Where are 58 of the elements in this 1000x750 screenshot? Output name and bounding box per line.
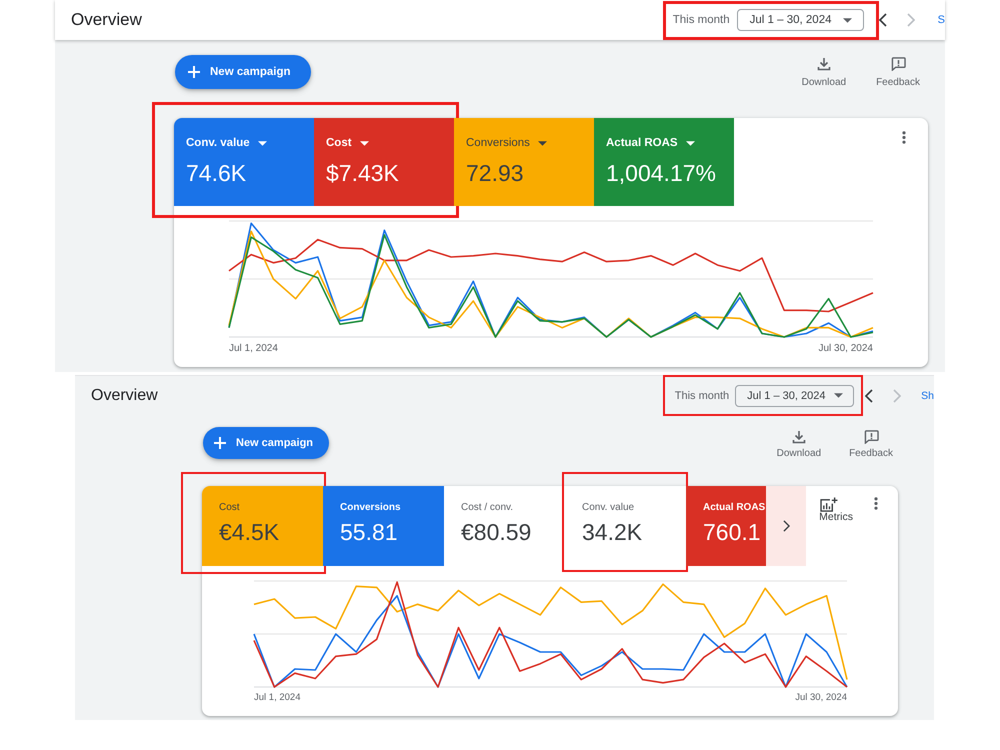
metric-label: Conv. value [582, 502, 634, 514]
metric-value: 74.6K [186, 159, 246, 187]
metric-value: 72.93 [466, 159, 524, 187]
axis-label: Jul 30, 2024 [818, 343, 873, 355]
download-button[interactable]: Download [802, 57, 846, 88]
more-options-icon[interactable] [874, 497, 878, 510]
metric-dropdown[interactable]: Cost [326, 136, 369, 150]
metric-label: Conversions [340, 502, 401, 514]
new-campaign-button[interactable]: New campaign [175, 55, 311, 89]
metric-tile[interactable]: Cost $7.43K [314, 118, 454, 206]
metric-dropdown[interactable]: Conv. value [186, 136, 267, 150]
metrics-button[interactable]: Metrics [819, 497, 853, 523]
metric-label: Actual ROAS [703, 502, 766, 514]
download-button[interactable]: Download [776, 430, 822, 459]
metric-value: $7.43K [326, 159, 399, 187]
header-link[interactable]: Sh [921, 390, 934, 402]
header-link[interactable]: S [938, 14, 945, 26]
metric-tile[interactable]: Conversions 55.81 [323, 486, 444, 566]
metric-tile[interactable]: Cost €4.5K [202, 486, 323, 566]
axis-label: Jul 1, 2024 [254, 692, 300, 704]
plus-icon [188, 66, 200, 78]
chevron-left-icon[interactable] [865, 388, 874, 402]
period-label: This month [674, 390, 730, 402]
date-range-dropdown[interactable]: Jul 1 – 30, 2024 [736, 9, 864, 31]
new-campaign-button[interactable]: New campaign [203, 427, 330, 459]
metric-value: 1,004.17% [606, 159, 716, 187]
more-options-icon[interactable] [902, 131, 906, 144]
page-title: Overview [71, 10, 142, 30]
axis-label: Jul 30, 2024 [795, 692, 847, 704]
caret-down-icon [834, 393, 844, 398]
metric-tile[interactable]: Conv. value 74.6K [174, 118, 314, 206]
metric-value: €4.5K [219, 518, 280, 546]
metric-value: 760.1 [703, 518, 761, 546]
metric-value: €80.59 [461, 518, 532, 546]
download-icon [816, 57, 831, 71]
chart-add-icon [819, 497, 840, 512]
metric-label: Cost [219, 502, 240, 514]
metric-label: Cost / conv. [461, 502, 514, 514]
metric-value: 34.2K [582, 518, 642, 546]
chevron-left-icon[interactable] [878, 13, 887, 27]
plus-icon [214, 437, 226, 449]
metric-tile[interactable]: Conversions 72.93 [454, 118, 594, 206]
caret-down-icon [842, 18, 852, 22]
feedback-icon [890, 57, 906, 71]
feedback-button[interactable]: Feedback [876, 57, 920, 88]
download-icon [792, 430, 806, 444]
metric-dropdown[interactable]: Actual ROAS [606, 136, 695, 150]
metric-tile[interactable]: Actual ROAS 1,004.17% [594, 118, 734, 206]
metric-tile[interactable]: Actual ROAS 760.1 [686, 486, 766, 566]
metric-value: 55.81 [340, 518, 398, 546]
metric-dropdown[interactable]: Conversions [466, 136, 547, 150]
page-title: Overview [91, 386, 158, 404]
feedback-icon [864, 430, 879, 444]
axis-label: Jul 1, 2024 [229, 343, 278, 355]
chevron-right-icon [782, 520, 790, 532]
feedback-button[interactable]: Feedback [849, 430, 893, 459]
date-range-dropdown[interactable]: Jul 1 – 30, 2024 [735, 384, 854, 406]
period-label: This month [672, 14, 730, 26]
